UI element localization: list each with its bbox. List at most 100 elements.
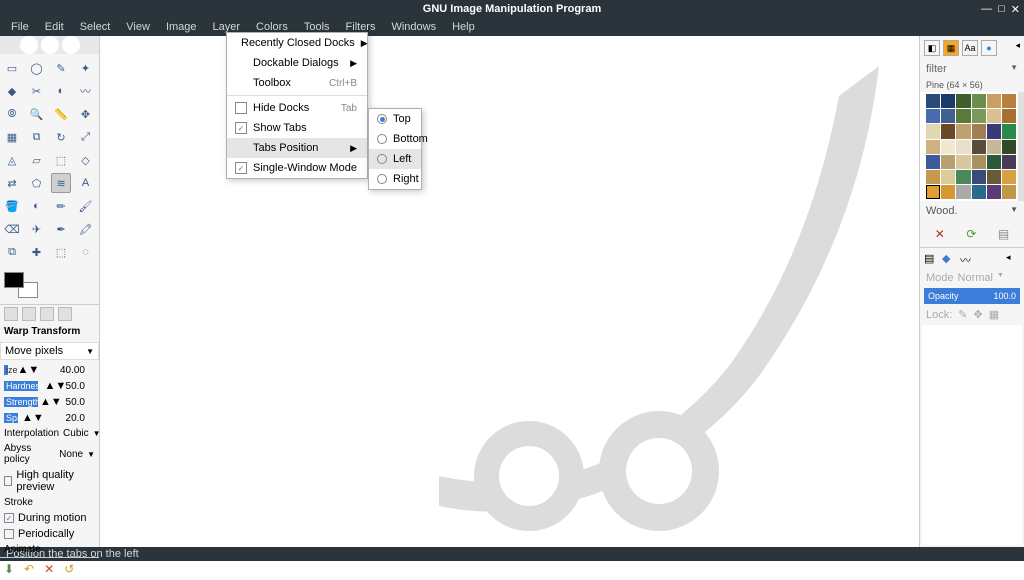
maximize-icon[interactable]: □ [998,3,1005,16]
tool-blur[interactable]: ◌ [76,242,96,262]
pattern-swatch[interactable] [941,185,955,199]
tabs-pos-bottom[interactable]: Bottom [369,129,421,149]
tool-handle-transform[interactable]: ◇ [76,150,96,170]
undo-icon[interactable]: ↶ [24,562,34,576]
pattern-swatch[interactable] [941,155,955,169]
tool-bucket-fill[interactable]: 🪣 [2,196,22,216]
tabs-pos-top[interactable]: Top [369,109,421,129]
pattern-swatch[interactable] [941,94,955,108]
pattern-swatch[interactable] [926,140,940,154]
menu-recently-closed[interactable]: Recently Closed Docks▶ [227,33,367,53]
delete-icon[interactable]: ✕ [935,227,945,241]
menu-help[interactable]: Help [445,19,482,35]
layer-list[interactable] [922,325,1022,545]
tab-layers[interactable]: ▤ [924,252,938,266]
pattern-swatch[interactable] [926,155,940,169]
during-motion-check[interactable]: ✓ During motion [0,510,99,526]
dock-tab-tool-options[interactable] [4,307,18,321]
pattern-swatch[interactable] [972,185,986,199]
pattern-swatch[interactable] [956,155,970,169]
spacing-slider[interactable]: Spa 20.0 ▲▼ [0,410,99,426]
reset-icon[interactable]: ↺ [64,562,74,576]
dock-tab-images[interactable] [40,307,54,321]
tool-unified-transform[interactable]: ⬚ [51,150,71,170]
tool-rect-select[interactable]: ▭ [2,58,22,78]
tool-shear[interactable]: ◬ [2,150,22,170]
delete-icon[interactable]: ✕ [44,562,54,576]
size-slider[interactable]: ize 40.00 ▲▼ [0,362,99,378]
pattern-swatch[interactable] [956,170,970,184]
pattern-swatch[interactable] [956,94,970,108]
tool-ellipse-select[interactable]: ◯ [27,58,47,78]
tool-paintbrush[interactable]: 🖌 [76,196,96,216]
pattern-swatch[interactable] [1002,155,1016,169]
tool-foreground-select[interactable]: ◐ [51,81,71,101]
tab-patterns[interactable]: ▦ [943,40,959,56]
pattern-swatch[interactable] [972,109,986,123]
pattern-swatch[interactable] [1002,124,1016,138]
pattern-swatch[interactable] [987,124,1001,138]
pattern-swatch[interactable] [972,140,986,154]
menu-tabs-position[interactable]: Tabs Position▶ [227,138,367,158]
tool-zoom[interactable]: 🔍 [27,104,47,124]
tool-align[interactable]: ▦ [2,127,22,147]
pattern-swatch[interactable] [956,185,970,199]
tool-clone[interactable]: ⧉ [2,242,22,262]
tool-color-picker[interactable]: ⦾ [2,104,22,124]
pattern-name-select[interactable]: Wood. ▼ [920,201,1024,221]
tool-text[interactable]: A [76,173,96,193]
hq-preview-check[interactable]: High quality preview [0,467,99,495]
pattern-swatch[interactable] [987,109,1001,123]
menu-image[interactable]: Image [159,19,204,35]
pattern-swatch[interactable] [926,170,940,184]
tool-free-select[interactable]: ✎ [51,58,71,78]
fg-color[interactable] [4,272,24,288]
spinner-icon[interactable]: ▲▼ [45,380,67,392]
scrollbar[interactable] [1018,92,1024,201]
layer-opacity[interactable]: Opacity 100.0 [924,288,1020,304]
save-icon[interactable]: ⬇ [4,562,14,576]
pattern-swatch[interactable] [972,94,986,108]
tool-airbrush[interactable]: ✈ [27,219,47,239]
dock-menu-icon[interactable]: ◂ [1015,40,1020,56]
tab-brushes[interactable]: ◧ [924,40,940,56]
lock-move-icon[interactable]: ✥ [974,308,983,321]
warp-mode-select[interactable]: Move pixels▼ [0,342,99,360]
tool-pencil[interactable]: ✏ [51,196,71,216]
pattern-swatch[interactable] [1002,185,1016,199]
pattern-swatch[interactable] [1002,140,1016,154]
pattern-swatch[interactable] [1002,170,1016,184]
menu-dockable-dialogs[interactable]: Dockable Dialogs▶ [227,53,367,73]
periodically-check[interactable]: Periodically [0,526,99,542]
pattern-swatch[interactable] [926,109,940,123]
pattern-swatch[interactable] [926,185,940,199]
pattern-swatch[interactable] [926,94,940,108]
tool-cage[interactable]: ⬠ [27,173,47,193]
tab-paths[interactable]: 〰 [960,252,974,266]
strength-slider[interactable]: Strength 50.0 ▲▼ [0,394,99,410]
menu-edit[interactable]: Edit [38,19,71,35]
tool-gradient[interactable]: ◐ [27,196,47,216]
pattern-swatch[interactable] [972,124,986,138]
tool-ink[interactable]: ✒ [51,219,71,239]
tool-rotate[interactable]: ↻ [51,127,71,147]
pattern-swatch[interactable] [972,170,986,184]
pattern-swatch[interactable] [956,140,970,154]
dock-tab-device[interactable] [22,307,36,321]
pattern-swatch[interactable] [987,155,1001,169]
tool-crop[interactable]: ⧉ [27,127,47,147]
tool-measure[interactable]: 📏 [51,104,71,124]
menu-windows[interactable]: Windows [384,19,443,35]
close-icon[interactable]: ✕ [1011,3,1020,16]
tool-color-select[interactable]: ◆ [2,81,22,101]
layer-mode[interactable]: Mode Normal ▼ [920,270,1024,286]
tabs-pos-right[interactable]: Right [369,169,421,189]
tool-paths[interactable]: 〰 [76,81,96,101]
pattern-swatch[interactable] [1002,94,1016,108]
pattern-swatch[interactable] [926,124,940,138]
spinner-icon[interactable]: ▲▼ [18,364,40,376]
menu-select[interactable]: Select [73,19,118,35]
tool-perspective-clone[interactable]: ⬚ [51,242,71,262]
pattern-swatch[interactable] [941,109,955,123]
dock-menu-icon[interactable]: ◂ [1006,252,1020,266]
